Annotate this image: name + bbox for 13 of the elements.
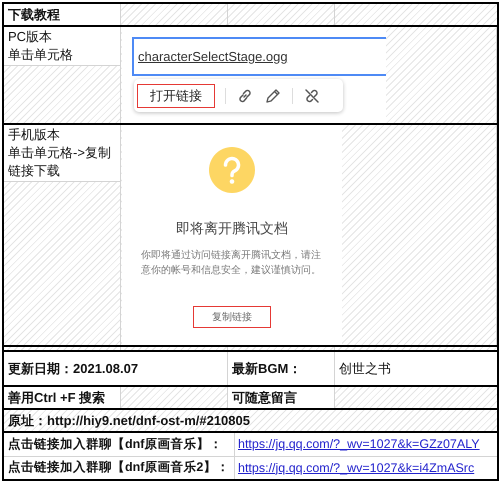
group-link[interactable]: https://jq.qq.com/?_wv=1027&k=i4ZmASrc [235,460,474,475]
pencil-icon[interactable] [264,86,282,104]
group-link[interactable]: https://jq.qq.com/?_wv=1027&k=GZz07ALY [235,437,480,452]
dialog-title: 即将离开腾讯文档 [176,220,288,238]
dialog-message: 你即将通过访问链接离开腾讯文档，请注意你的帐号和信息安全，建议谨慎访问。 [141,248,322,278]
unlink-icon[interactable] [303,86,321,104]
link[interactable]: characterSelectStage.ogg [138,49,288,64]
open-link-button[interactable]: 打开链接 [137,84,215,108]
copy-link-button[interactable]: 复制链接 [193,306,271,328]
source-url: 原址：http://hiy9.net/dnf-ost-m/#210805 [4,410,497,431]
group-label: 点击链接加入群聊【dnf原画音乐2】： [4,456,235,479]
group-label: 点击链接加入群聊【dnf原画音乐】： [4,433,235,456]
question-icon [209,147,255,193]
